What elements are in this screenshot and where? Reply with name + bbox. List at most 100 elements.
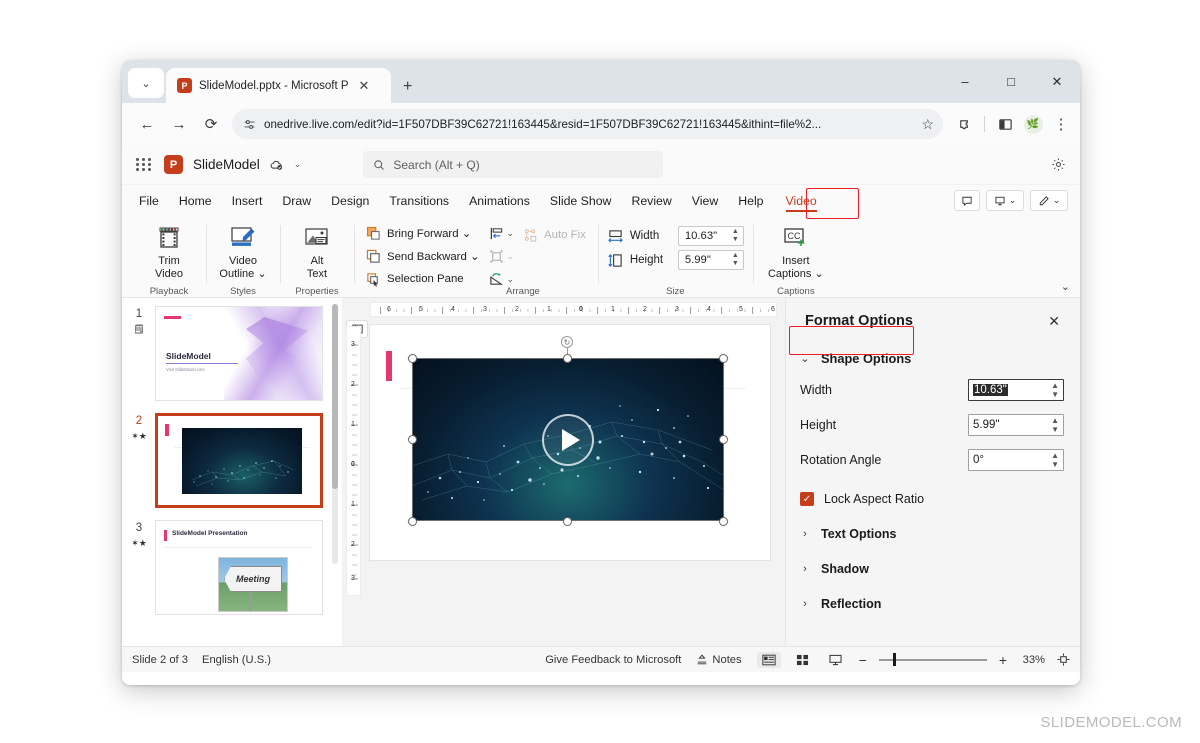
group-objects-button[interactable]: ⌄ [487, 246, 517, 266]
list-item[interactable]: 2 ✶★ [128, 413, 342, 508]
ribbon-right-buttons: ⌄ ⌄ [954, 190, 1072, 211]
play-button[interactable] [542, 413, 594, 466]
resize-handle-e[interactable] [719, 435, 728, 444]
pane-height-stepper[interactable]: ▲ ▼ [1051, 416, 1059, 434]
ribbon-tab-view[interactable]: View [683, 190, 727, 212]
video-outline-button[interactable]: Video Outline ⌄ [215, 221, 271, 281]
collapse-ribbon-button[interactable]: ⌄ [1061, 280, 1070, 293]
selection-pane-button[interactable]: Selection Pane [363, 269, 483, 289]
resize-handle-se[interactable] [719, 517, 728, 526]
profile-avatar[interactable]: 🌿 [1020, 111, 1046, 137]
feedback-link[interactable]: Give Feedback to Microsoft [545, 654, 681, 666]
resize-handle-nw[interactable] [408, 354, 417, 363]
site-settings-icon[interactable] [243, 118, 256, 131]
width-input[interactable]: 10.63" ▲ ▼ [677, 226, 744, 246]
minimize-icon[interactable]: – [942, 60, 988, 103]
search-input[interactable]: Search (Alt + Q) [363, 151, 664, 178]
close-pane-icon[interactable]: ✕ [1044, 311, 1064, 332]
slide-thumbnail-1[interactable]: SlideModel Visit SlideModel.com [155, 306, 323, 401]
list-item[interactable]: 3 ✶★ SlideModel Presentation Meeting [128, 520, 342, 615]
split-screen-icon[interactable] [992, 111, 1018, 137]
insert-captions-button[interactable]: CC Insert Captions ⌄ [762, 221, 830, 281]
browser-tab[interactable]: P SlideModel.pptx - Microsoft Po ✕ [166, 68, 391, 103]
bookmark-star-icon[interactable]: ☆ [921, 116, 934, 133]
pane-rotation-input[interactable]: 0° ▲ ▼ [968, 449, 1064, 471]
resize-handle-n[interactable] [563, 354, 572, 363]
pane-width-stepper[interactable]: ▲ ▼ [1051, 381, 1059, 399]
comments-button[interactable] [954, 190, 980, 211]
ribbon-tab-file[interactable]: File [130, 190, 168, 212]
document-title[interactable]: SlideModel [193, 157, 260, 172]
tab-search-button[interactable]: ⌄ [128, 68, 164, 98]
ribbon-tab-help[interactable]: Help [729, 190, 772, 212]
send-backward-button[interactable]: Send Backward ⌄ [363, 246, 483, 266]
ribbon-tab-animations[interactable]: Animations [460, 190, 539, 212]
zoom-out-button[interactable]: − [857, 652, 869, 668]
shape-options-section-header[interactable]: ⌄ Shape Options [800, 351, 1064, 366]
reflection-section[interactable]: › Reflection [800, 597, 1064, 611]
powerpoint-web-app: P SlideModel ⌄ Search (Alt + Q) File Hom… [122, 145, 1080, 685]
close-window-icon[interactable]: ✕ [1034, 60, 1080, 103]
zoom-slider[interactable] [878, 653, 987, 667]
slide-count-label[interactable]: Slide 2 of 3 [132, 654, 188, 666]
list-item[interactable]: 1 🗒 SlideModel Visit SlideModel.com [128, 306, 342, 401]
extensions-icon[interactable] [951, 111, 977, 137]
new-tab-button[interactable]: + [403, 78, 412, 96]
pane-width-input[interactable]: 10.63" ▲ ▼ [968, 379, 1064, 401]
fit-to-window-icon[interactable] [1055, 653, 1070, 666]
maximize-icon[interactable]: □ [988, 60, 1034, 103]
address-bar[interactable]: onedrive.live.com/edit?id=1F507DBF39C627… [232, 109, 943, 139]
text-options-section[interactable]: › Text Options [800, 527, 1064, 541]
resize-handle-w[interactable] [408, 435, 417, 444]
back-icon[interactable]: ← [132, 109, 162, 139]
shadow-section[interactable]: › Shadow [800, 562, 1064, 576]
height-stepper[interactable]: ▲ ▼ [732, 252, 739, 268]
forward-icon[interactable]: → [164, 109, 194, 139]
video-object[interactable] [412, 358, 724, 521]
trim-video-button[interactable]: Trim Video [141, 221, 197, 281]
close-icon[interactable]: ✕ [356, 78, 372, 94]
ribbon-tab-video[interactable]: Video [777, 190, 826, 212]
thumbnail-scrollbar[interactable] [332, 304, 338, 564]
slide-thumbnail-2[interactable] [155, 413, 323, 508]
ribbon-tab-home[interactable]: Home [170, 190, 221, 212]
language-label[interactable]: English (U.S.) [202, 654, 271, 666]
bring-forward-button[interactable]: Bring Forward ⌄ [363, 223, 483, 243]
slide-thumbnail-3[interactable]: SlideModel Presentation Meeting [155, 520, 323, 615]
toolbar-divider [984, 116, 985, 132]
height-input[interactable]: 5.99" ▲ ▼ [677, 250, 744, 270]
alt-text-button[interactable]: Alt Text [289, 221, 345, 281]
normal-view-button[interactable] [756, 651, 781, 668]
app-launcher-icon[interactable] [136, 158, 154, 171]
reload-icon[interactable]: ⟳ [196, 109, 226, 139]
ribbon-tab-insert[interactable]: Insert [223, 190, 272, 212]
ribbon-tab-review[interactable]: Review [622, 190, 680, 212]
pane-rotation-stepper[interactable]: ▲ ▼ [1051, 451, 1059, 469]
cloud-saved-icon[interactable] [270, 158, 284, 172]
zoom-in-button[interactable]: + [997, 652, 1009, 668]
resize-handle-s[interactable] [563, 517, 572, 526]
ribbon-tab-transitions[interactable]: Transitions [380, 190, 458, 212]
editing-mode-button[interactable]: ⌄ [1030, 190, 1068, 211]
ribbon-group-size: Width 10.63" ▲ ▼ Height 5.99" ▲ ▼ Size [597, 221, 753, 297]
resize-handle-sw[interactable] [408, 517, 417, 526]
chevron-down-icon[interactable]: ⌄ [294, 159, 302, 170]
presenter-view-button[interactable] [824, 652, 847, 668]
resize-handle-ne[interactable] [719, 354, 728, 363]
ribbon-tab-slide-show[interactable]: Slide Show [541, 190, 621, 212]
width-stepper[interactable]: ▲ ▼ [732, 228, 739, 244]
notes-button[interactable]: Notes [691, 652, 746, 668]
gear-icon[interactable] [1051, 157, 1066, 172]
ribbon-tab-draw[interactable]: Draw [273, 190, 320, 212]
lock-aspect-ratio-row[interactable]: ✓ Lock Aspect Ratio [800, 492, 1064, 506]
pane-height-input[interactable]: 5.99" ▲ ▼ [968, 414, 1064, 436]
align-objects-button[interactable]: ⌄ [487, 223, 517, 243]
zoom-knob[interactable] [892, 653, 896, 666]
rotation-handle[interactable]: ↻ [561, 336, 573, 348]
grid-view-button[interactable] [791, 652, 814, 668]
present-button[interactable]: ⌄ [986, 190, 1024, 211]
checkbox-checked-icon[interactable]: ✓ [800, 492, 814, 506]
browser-menu-icon[interactable]: ⋮ [1048, 111, 1074, 137]
hruler-tick: 4 [707, 306, 711, 313]
ribbon-tab-design[interactable]: Design [322, 190, 378, 212]
